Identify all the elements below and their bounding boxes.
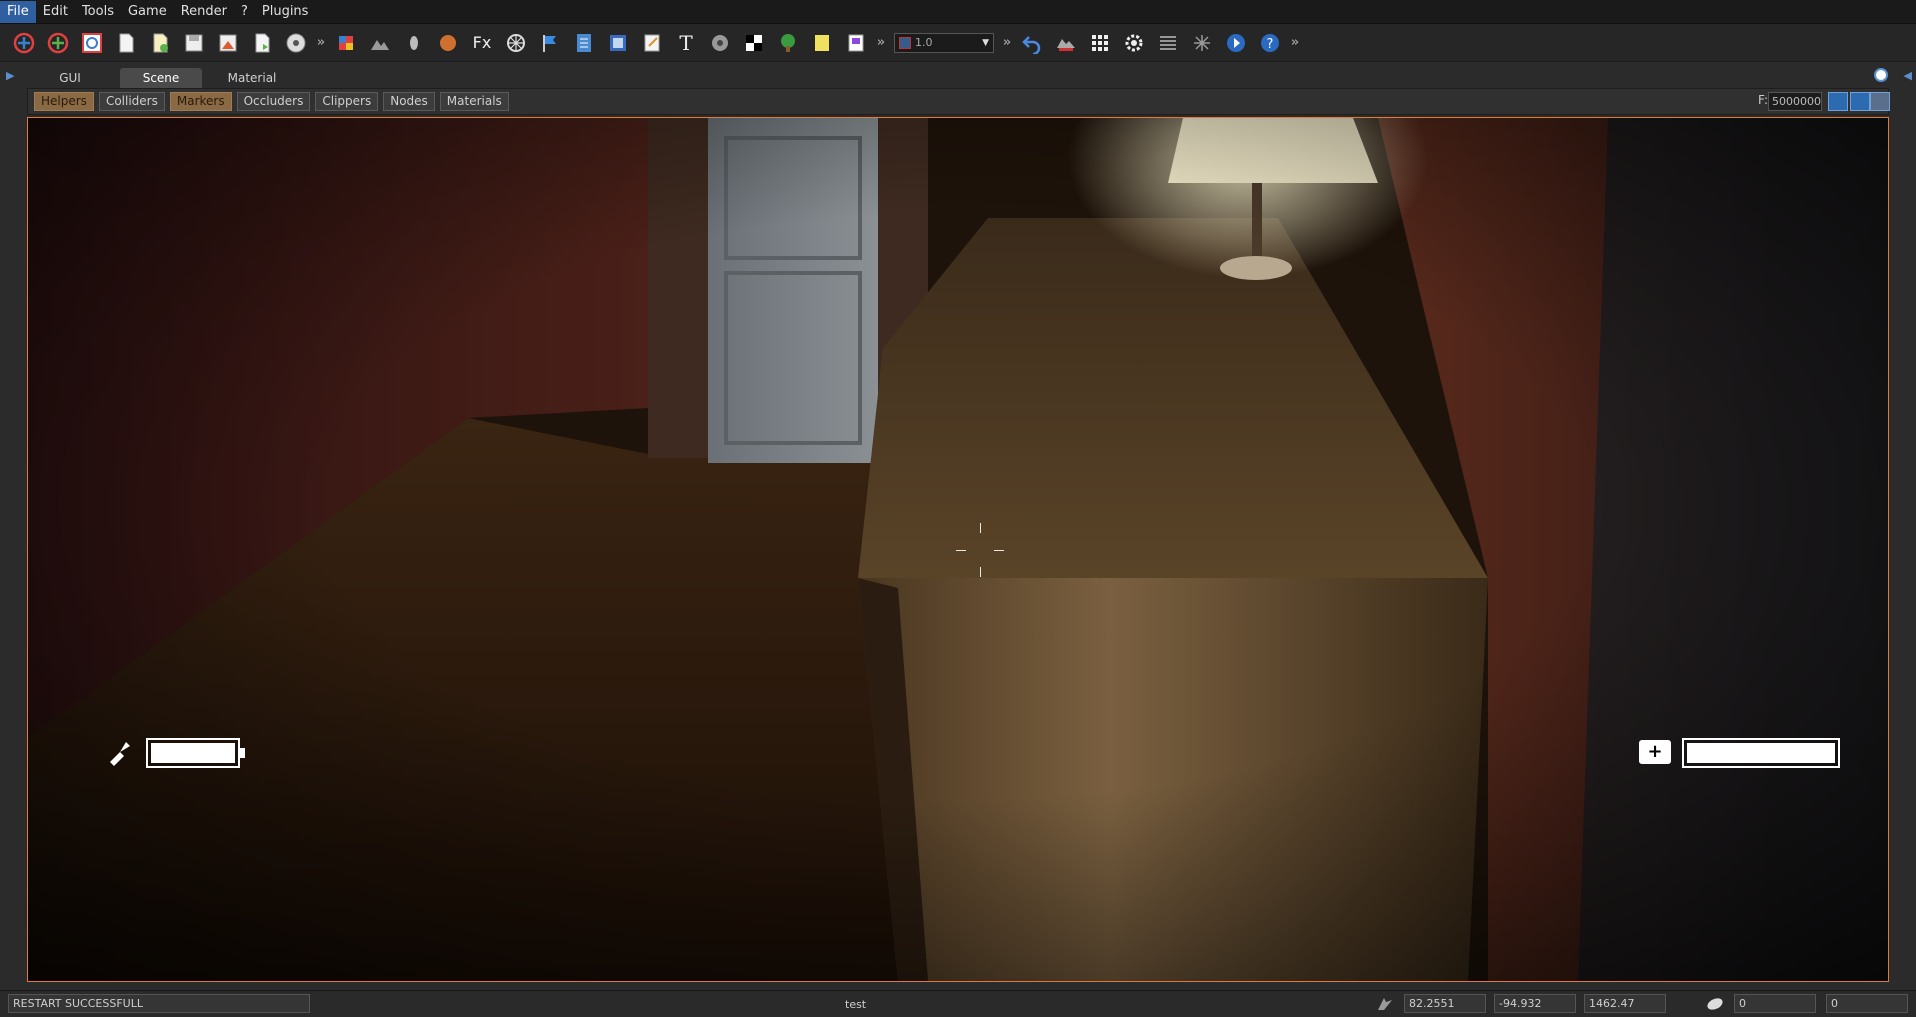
frame-input[interactable]: 5000000 — [1768, 92, 1822, 111]
open-file-icon[interactable] — [144, 27, 176, 59]
target-icon[interactable] — [500, 27, 532, 59]
speed-select-icon — [899, 37, 911, 49]
health-meter — [1682, 738, 1840, 768]
tab-gui[interactable]: GUI — [40, 68, 100, 88]
menu-tools[interactable]: Tools — [75, 1, 121, 23]
tab-material[interactable]: Material — [218, 68, 286, 88]
reload-icon[interactable] — [212, 27, 244, 59]
fx-icon[interactable]: Fx — [466, 27, 498, 59]
main-toolbar: » Fx T » 1.0 ▼ » ? » — [0, 24, 1916, 62]
checker-icon[interactable] — [738, 27, 770, 59]
crosshair-icon — [956, 523, 1006, 583]
speed-select-value: 1.0 — [915, 36, 978, 49]
tab-row: ▶ GUI Scene Material ◀ — [0, 62, 1916, 88]
menu-game[interactable]: Game — [121, 1, 174, 23]
battery-meter — [146, 738, 240, 768]
frame-label: F: — [1758, 93, 1768, 107]
mouse-icon — [1706, 996, 1724, 1012]
status-bar: RESTART SUCCESSFULL test 82.2551 -94.932… — [0, 990, 1916, 1017]
menu-plugins[interactable]: Plugins — [255, 1, 316, 23]
svg-text:?: ? — [1267, 37, 1274, 52]
filter-clippers[interactable]: Clippers — [315, 92, 378, 111]
notepad-icon[interactable] — [636, 27, 668, 59]
import-icon[interactable] — [246, 27, 278, 59]
speed-select[interactable]: 1.0 ▼ — [894, 33, 994, 53]
camera-toggle-icon[interactable] — [1828, 92, 1848, 111]
sphere-icon[interactable] — [432, 27, 464, 59]
undo-icon[interactable] — [1016, 27, 1048, 59]
snowflake-icon[interactable] — [1186, 27, 1218, 59]
position-z-field[interactable]: 1462.47 — [1584, 994, 1666, 1013]
medkit-icon: + — [1639, 740, 1671, 764]
position-y-field[interactable]: -94.932 — [1494, 994, 1576, 1013]
toolbar-overflow-icon[interactable]: » — [1288, 27, 1302, 59]
play-icon[interactable] — [1220, 27, 1252, 59]
page-icon[interactable] — [840, 27, 872, 59]
toolbar-overflow-icon[interactable]: » — [874, 27, 888, 59]
speed-icon[interactable] — [1050, 27, 1082, 59]
disc-icon[interactable] — [280, 27, 312, 59]
position-x-field[interactable]: 82.2551 — [1404, 994, 1486, 1013]
close-view-icon[interactable] — [1870, 92, 1890, 111]
scene-viewport[interactable]: + — [27, 117, 1889, 982]
chevron-down-icon: ▼ — [982, 38, 989, 48]
status-message: RESTART SUCCESSFULL — [8, 994, 310, 1013]
status-center-text: test — [845, 998, 866, 1011]
counter-field-2[interactable]: 0 — [1826, 994, 1908, 1013]
settings-icon[interactable] — [1118, 27, 1150, 59]
counter-field-1[interactable]: 0 — [1734, 994, 1816, 1013]
filter-materials[interactable]: Materials — [440, 92, 509, 111]
tab-scene[interactable]: Scene — [120, 68, 202, 88]
filter-row: Helpers Colliders Markers Occluders Clip… — [27, 88, 1889, 115]
cube-icon[interactable] — [330, 27, 362, 59]
battery-fill — [151, 743, 235, 763]
filter-occluders[interactable]: Occluders — [237, 92, 311, 111]
grid-icon[interactable] — [1084, 27, 1116, 59]
terrain-icon[interactable] — [364, 27, 396, 59]
tree-icon[interactable] — [772, 27, 804, 59]
document-icon[interactable] — [568, 27, 600, 59]
notes-icon[interactable] — [806, 27, 838, 59]
expand-left-icon[interactable]: ▶ — [6, 69, 14, 82]
sound-icon[interactable] — [704, 27, 736, 59]
save-icon[interactable] — [178, 27, 210, 59]
toolbar-overflow-icon[interactable]: » — [1000, 27, 1014, 59]
filter-markers[interactable]: Markers — [170, 92, 232, 111]
menu-render[interactable]: Render — [174, 1, 234, 23]
text-icon[interactable]: T — [670, 27, 702, 59]
menu-file[interactable]: File — [0, 1, 36, 23]
menu-bar: File Edit Tools Game Render ? Plugins — [0, 0, 1916, 24]
window-icon[interactable] — [602, 27, 634, 59]
link-icon[interactable] — [1874, 68, 1888, 82]
filter-nodes[interactable]: Nodes — [383, 92, 435, 111]
camera-position-icon — [1376, 996, 1394, 1012]
health-fill — [1687, 743, 1835, 763]
screenshot-icon[interactable] — [1850, 92, 1870, 111]
toolbar-overflow-icon[interactable]: » — [314, 27, 328, 59]
filter-helpers[interactable]: Helpers — [34, 92, 94, 111]
hand-icon[interactable] — [398, 27, 430, 59]
flag-icon[interactable] — [534, 27, 566, 59]
menu-edit[interactable]: Edit — [36, 1, 75, 23]
world-settings-icon[interactable] — [76, 27, 108, 59]
new-file-icon[interactable] — [110, 27, 142, 59]
menu-help[interactable]: ? — [234, 1, 255, 23]
list-icon[interactable] — [1152, 27, 1184, 59]
load-world-icon[interactable] — [42, 27, 74, 59]
filter-colliders[interactable]: Colliders — [99, 92, 165, 111]
battery-tip — [240, 748, 245, 758]
flashlight-icon — [106, 738, 134, 772]
help-icon[interactable]: ? — [1254, 27, 1286, 59]
expand-right-icon[interactable]: ◀ — [1904, 69, 1912, 82]
new-world-icon[interactable] — [8, 27, 40, 59]
